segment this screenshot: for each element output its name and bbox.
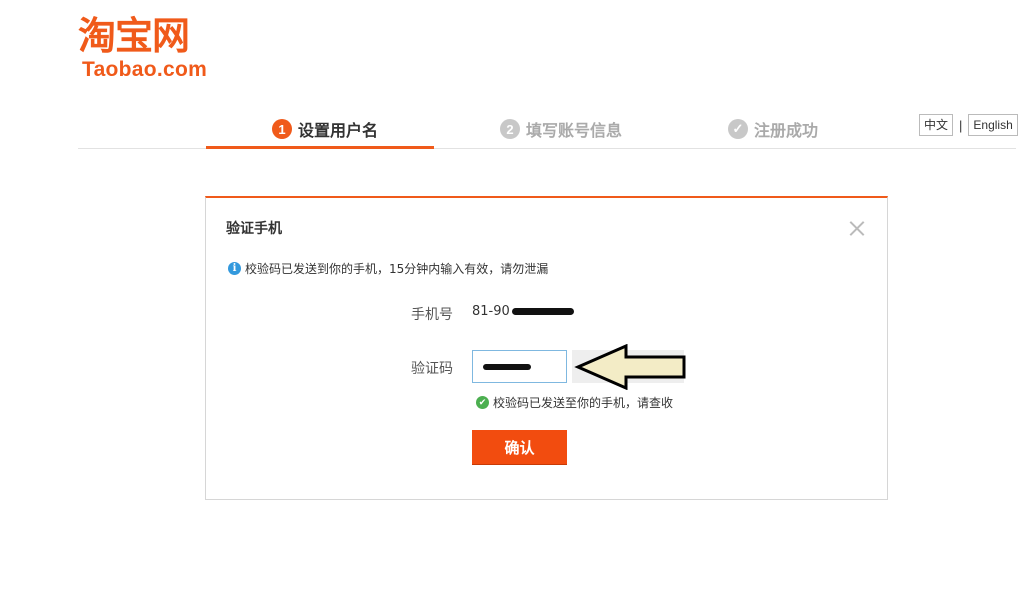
active-step-indicator: [206, 146, 434, 149]
redacted-scribble: [511, 308, 574, 315]
logo-chinese-text: 淘宝网: [78, 14, 190, 58]
phone-label: 手机号: [411, 307, 453, 323]
left-arrow-icon: [574, 344, 686, 390]
taobao-logo[interactable]: 淘宝网 Taobao.com: [78, 14, 228, 81]
code-label: 验证码: [411, 361, 453, 377]
dialog-title: 验证手机: [226, 221, 282, 237]
lang-english-button[interactable]: English: [968, 114, 1018, 136]
step-set-username: 1 设置用户名: [272, 110, 378, 148]
language-switcher: 中文 | English: [919, 114, 1018, 136]
registration-steps: 1 设置用户名 2 填写账号信息 ✓ 注册成功: [206, 110, 894, 148]
step-2-number-icon: 2: [500, 119, 520, 139]
check-icon: ✓: [728, 119, 748, 139]
confirm-button[interactable]: 确认: [472, 430, 567, 464]
step-label: 填写账号信息: [526, 121, 623, 140]
step-register-success: ✓ 注册成功: [728, 110, 818, 148]
close-icon[interactable]: [849, 220, 865, 236]
check-circle-icon: ✔: [476, 396, 489, 409]
info-icon: i: [228, 262, 241, 275]
phone-number-text: 81-90: [472, 304, 510, 319]
lang-separator: |: [959, 117, 963, 133]
step-fill-account-info: 2 填写账号信息: [500, 110, 622, 148]
verify-phone-dialog: 验证手机 i 校验码已发送到你的手机，15分钟内输入有效，请勿泄漏 手机号 81…: [205, 196, 888, 500]
verification-code-input[interactable]: [472, 350, 567, 383]
step-label: 注册成功: [754, 121, 819, 140]
code-sent-text: 校验码已发送至你的手机，请查收: [493, 396, 674, 410]
info-text: 校验码已发送到你的手机，15分钟内输入有效，请勿泄漏: [245, 262, 549, 276]
code-sent-message: ✔ 校验码已发送至你的手机，请查收: [476, 394, 673, 411]
logo-english-text: Taobao.com: [82, 58, 208, 81]
info-message: i 校验码已发送到你的手机，15分钟内输入有效，请勿泄漏: [228, 260, 548, 277]
phone-value: 81-90: [472, 304, 574, 319]
lang-chinese-button[interactable]: 中文: [919, 114, 954, 136]
step-label: 设置用户名: [298, 121, 379, 140]
redacted-scribble: [483, 363, 531, 370]
step-1-number-icon: 1: [272, 119, 292, 139]
